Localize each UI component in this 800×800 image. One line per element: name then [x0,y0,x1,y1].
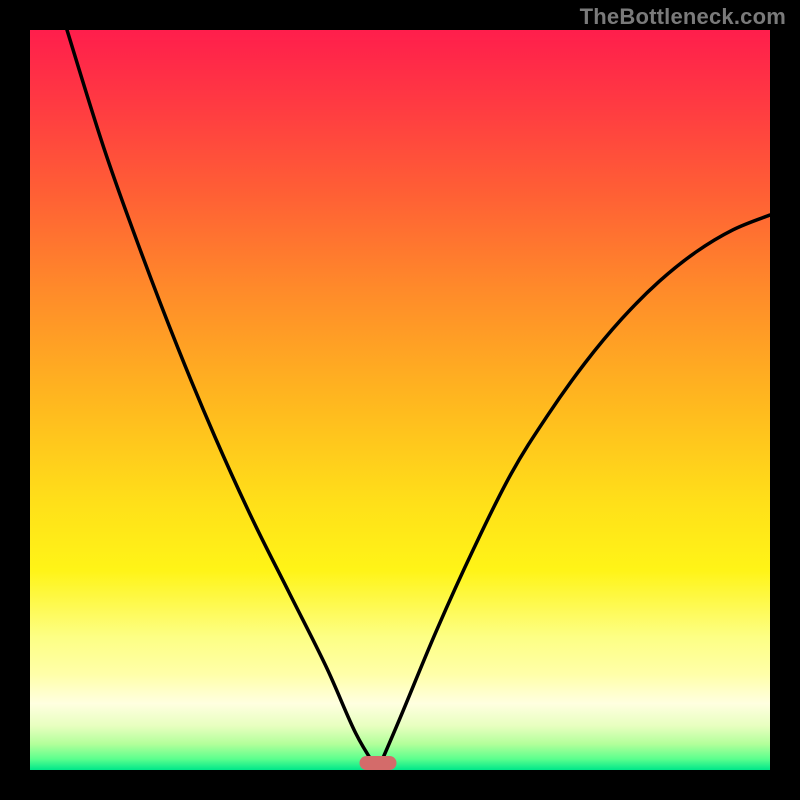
bottleneck-marker [359,756,396,770]
chart-frame: TheBottleneck.com [0,0,800,800]
watermark-text: TheBottleneck.com [580,4,786,30]
curve-left [67,30,378,770]
curve-right [378,215,770,770]
bottleneck-curve [30,30,770,770]
plot-area [30,30,770,770]
